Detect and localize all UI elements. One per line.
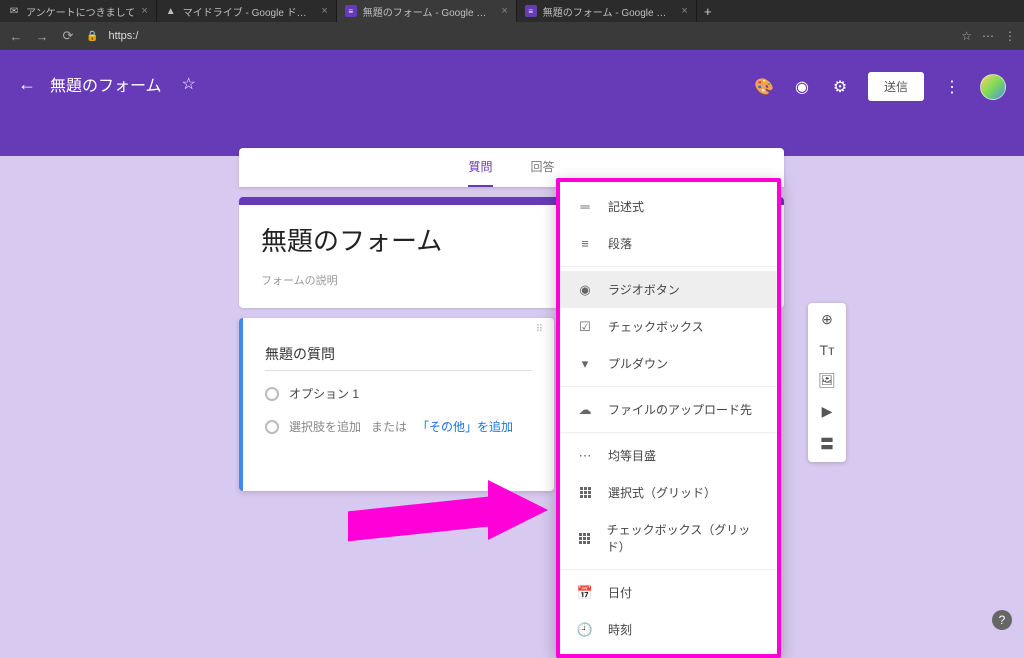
or-text: または [371, 418, 407, 435]
clock-icon: 🕘 [576, 622, 594, 638]
drag-handle-icon[interactable]: ⠿ [536, 324, 544, 335]
browser-tab-strip: ✉ アンケートにつきまして × ▲ マイドライブ - Google ドライブ ×… [0, 0, 1024, 22]
dropdown-icon: ▾ [576, 356, 594, 372]
menu-label: ラジオボタン [608, 281, 680, 298]
add-other-link[interactable]: 「その他」を追加 [417, 418, 513, 435]
tab-title: マイドライブ - Google ドライブ [183, 4, 316, 19]
add-question-button[interactable]: ⊕ [821, 311, 833, 328]
menu-dropdown[interactable]: ▾ プルダウン [560, 345, 777, 382]
close-icon[interactable]: × [321, 5, 327, 17]
grid-icon [576, 487, 594, 498]
paragraph-icon: ≡ [576, 236, 594, 251]
gear-icon[interactable]: ⚙ [830, 77, 850, 97]
forward-icon[interactable]: → [34, 29, 50, 44]
forms-icon: ≡ [525, 5, 537, 17]
grid-icon [576, 533, 593, 544]
close-icon[interactable]: × [681, 5, 687, 17]
tab-title: 無題のフォーム - Google フォー [363, 4, 496, 19]
menu-label: 時刻 [608, 621, 632, 638]
menu-file-upload[interactable]: ☁ ファイルのアップロード先 [560, 391, 777, 428]
question-title-input[interactable]: 無題の質問 [265, 344, 532, 371]
short-text-icon: ═ [576, 199, 594, 214]
menu-linear-scale[interactable]: ⋯ 均等目盛 [560, 437, 777, 474]
add-option-text[interactable]: 選択肢を追加 [289, 418, 361, 435]
add-video-button[interactable]: ▶ [822, 403, 833, 420]
menu-separator [560, 432, 777, 433]
option-row[interactable]: オプション 1 [265, 385, 532, 402]
form-name[interactable]: 無題のフォーム [50, 72, 162, 96]
menu-label: チェックボックス（グリッド） [607, 521, 761, 555]
option-label[interactable]: オプション 1 [289, 385, 359, 402]
help-button[interactable]: ? [992, 610, 1012, 630]
tab-title: アンケートにつきまして [26, 4, 135, 19]
lock-icon: 🔒 [86, 31, 98, 42]
avatar[interactable] [980, 74, 1006, 100]
tab-questions[interactable]: 質問 [468, 158, 492, 187]
browser-toolbar: ← → ⟳ 🔒 https:/ ☆ ⋯ ⋮ [0, 22, 1024, 50]
menu-short-answer[interactable]: ═ 記述式 [560, 188, 777, 225]
menu-label: 選択式（グリッド） [608, 484, 716, 501]
star-icon[interactable]: ☆ [182, 74, 196, 94]
scale-icon: ⋯ [576, 448, 594, 464]
question-card[interactable]: ⠿ 無題の質問 オプション 1 選択肢を追加 または 「その他」を追加 [239, 318, 554, 491]
tab-responses[interactable]: 回答 [531, 158, 555, 187]
add-section-button[interactable]: 〓 [820, 434, 834, 454]
menu-time[interactable]: 🕘 時刻 [560, 611, 777, 648]
back-icon[interactable]: ← [8, 29, 24, 44]
tab-title: 無題のフォーム - Google フォー [543, 4, 676, 19]
question-type-menu: ═ 記述式 ≡ 段落 ◉ ラジオボタン ☑ チェックボックス ▾ プルダウン ☁ ファイルの… [556, 178, 781, 658]
browser-tab[interactable]: ▲ マイドライブ - Google ドライブ × [157, 0, 337, 22]
menu-label: ファイルのアップロード先 [608, 401, 752, 418]
menu-separator [560, 266, 777, 267]
menu-icon[interactable]: ⋮ [1004, 29, 1016, 43]
menu-label: 日付 [608, 584, 632, 601]
menu-label: 記述式 [608, 198, 644, 215]
menu-separator [560, 386, 777, 387]
drive-icon: ▲ [165, 5, 177, 17]
forms-header: ← 無題のフォーム ☆ 🎨 ◉ ⚙ 送信 ⋮ [0, 50, 1024, 156]
radio-icon: ◉ [576, 282, 594, 298]
menu-checkbox[interactable]: ☑ チェックボックス [560, 308, 777, 345]
close-icon[interactable]: × [501, 5, 507, 17]
send-button[interactable]: 送信 [868, 72, 924, 101]
floating-toolbar: ⊕ Tᴛ 🖼 ▶ 〓 [808, 303, 846, 462]
menu-separator [560, 569, 777, 570]
menu-grid-radio[interactable]: 選択式（グリッド） [560, 474, 777, 511]
radio-icon [265, 387, 279, 401]
menu-label: チェックボックス [608, 318, 704, 335]
address-bar[interactable]: https:/ [108, 30, 951, 42]
extension-icon[interactable]: ⋯ [982, 29, 994, 43]
close-icon[interactable]: × [141, 5, 147, 17]
back-arrow-icon[interactable]: ← [18, 74, 36, 95]
browser-tab[interactable]: ≡ 無題のフォーム - Google フォー × [517, 0, 697, 22]
menu-paragraph[interactable]: ≡ 段落 [560, 225, 777, 262]
add-option-row[interactable]: 選択肢を追加 または 「その他」を追加 [265, 418, 532, 435]
browser-tab[interactable]: ✉ アンケートにつきまして × [0, 0, 157, 22]
menu-radio[interactable]: ◉ ラジオボタン [560, 271, 777, 308]
browser-tab-active[interactable]: ≡ 無題のフォーム - Google フォー × [337, 0, 517, 22]
menu-label: プルダウン [608, 355, 668, 372]
menu-label: 段落 [608, 235, 632, 252]
annotation-arrow [348, 480, 548, 540]
preview-icon[interactable]: ◉ [792, 77, 812, 97]
menu-date[interactable]: 📅 日付 [560, 574, 777, 611]
calendar-icon: 📅 [576, 585, 594, 601]
radio-icon [265, 420, 279, 434]
palette-icon[interactable]: 🎨 [754, 77, 774, 97]
gmail-icon: ✉ [8, 5, 20, 17]
reload-icon[interactable]: ⟳ [60, 28, 76, 44]
star-icon[interactable]: ☆ [961, 29, 972, 43]
new-tab-button[interactable]: + [697, 4, 719, 19]
menu-label: 均等目盛 [608, 447, 656, 464]
checkbox-icon: ☑ [576, 319, 594, 335]
add-title-button[interactable]: Tᴛ [820, 342, 835, 358]
more-icon[interactable]: ⋮ [942, 77, 962, 97]
cloud-upload-icon: ☁ [576, 402, 594, 418]
menu-grid-checkbox[interactable]: チェックボックス（グリッド） [560, 511, 777, 565]
forms-icon: ≡ [345, 5, 357, 17]
add-image-button[interactable]: 🖼 [818, 372, 836, 389]
